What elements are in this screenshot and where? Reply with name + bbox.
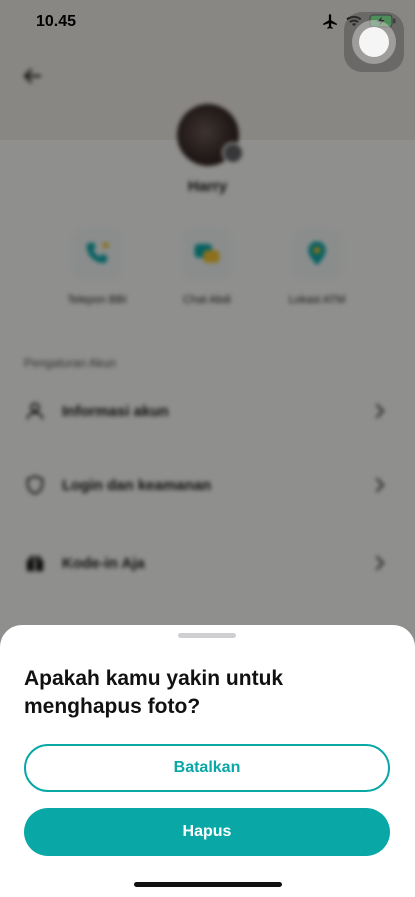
assistive-touch-button[interactable] xyxy=(344,12,404,72)
airplane-icon xyxy=(323,14,337,29)
assistive-touch-center xyxy=(359,27,389,57)
sheet-title: Apakah kamu yakin untuk menghapus foto? xyxy=(24,667,284,718)
delete-button[interactable]: Hapus xyxy=(24,808,390,856)
home-indicator xyxy=(134,882,282,887)
sheet-grabber[interactable] xyxy=(178,633,236,638)
status-time: 10.45 xyxy=(36,13,77,30)
cancel-button[interactable]: Batalkan xyxy=(24,744,390,792)
delete-photo-sheet: Apakah kamu yakin untuk menghapus foto? … xyxy=(0,625,415,897)
